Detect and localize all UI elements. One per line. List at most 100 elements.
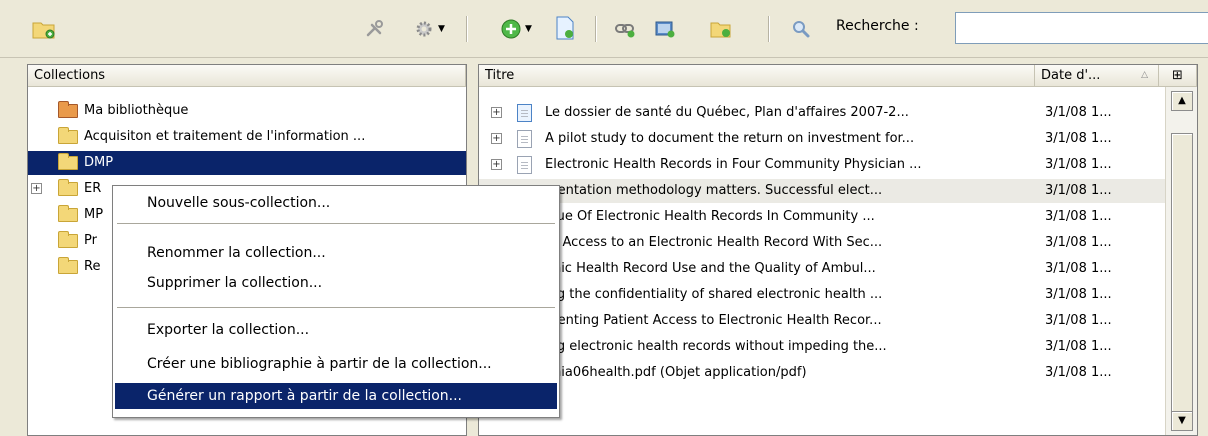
- item-date: 3/1/08 1...: [1045, 313, 1112, 328]
- actions-menu-button[interactable]: ▼: [408, 17, 450, 41]
- item-title: ing the confidentiality of shared electr…: [545, 287, 883, 302]
- toolbar-separator: [595, 16, 596, 42]
- menu-item-new-subcollection[interactable]: Nouvelle sous-collection...: [115, 190, 557, 216]
- item-title: onic Health Record Use and the Quality o…: [545, 261, 876, 276]
- item-date: 3/1/08 1...: [1045, 183, 1112, 198]
- toolbar-separator: [466, 16, 467, 42]
- collection-label: DMP: [84, 155, 114, 170]
- folder-icon: [58, 205, 78, 222]
- collection-context-menu: Nouvelle sous-collection... Renommer la …: [112, 185, 560, 418]
- column-picker[interactable]: ⊞: [1159, 65, 1197, 87]
- link-button[interactable]: [362, 17, 388, 41]
- folder-add-icon: [32, 22, 55, 39]
- item-date: 3/1/08 1...: [1045, 261, 1112, 276]
- item-row[interactable]: nt Access to an Electronic Health Record…: [479, 231, 1165, 255]
- item-title: Electronic Health Records in Four Commun…: [545, 157, 922, 172]
- folder-icon: [58, 179, 78, 196]
- item-title: mentation methodology matters. Successfu…: [545, 183, 883, 198]
- item-date: 3/1/08 1...: [1045, 235, 1112, 250]
- chevron-down-icon: ▼: [525, 24, 532, 34]
- collection-library[interactable]: Ma bibliothèque: [28, 99, 466, 123]
- item-date: 3/1/08 1...: [1045, 287, 1112, 302]
- toolbar: ▼ ▼ Recherche:: [0, 0, 1208, 58]
- item-date: 3/1/08 1...: [1045, 157, 1112, 172]
- folder-icon: [58, 257, 78, 274]
- arrow-down-icon: ▼: [1178, 415, 1186, 426]
- search-input[interactable]: [955, 12, 1208, 44]
- item-date: 3/1/08 1...: [1045, 105, 1112, 120]
- item-title: Le dossier de santé du Québec, Plan d'af…: [545, 105, 909, 120]
- expand-icon[interactable]: +: [491, 159, 502, 170]
- collection-label: Ma bibliothèque: [84, 103, 189, 118]
- item-title: A pilot study to document the return on …: [545, 131, 915, 146]
- new-item-button[interactable]: ▼: [495, 16, 537, 42]
- item-date: 3/1/08 1...: [1045, 131, 1112, 146]
- arrow-up-icon: ▲: [1178, 95, 1186, 106]
- title-column-header[interactable]: Titre: [479, 65, 1035, 87]
- green-plus-icon: [501, 19, 521, 39]
- item-row[interactable]: + A pilot study to document the return o…: [479, 127, 1165, 151]
- search-label: Recherche :: [836, 18, 919, 34]
- item-row[interactable]: mentation methodology matters. Successfu…: [479, 179, 1165, 203]
- attach-link-button[interactable]: [612, 16, 638, 42]
- menu-item-bibliography[interactable]: Créer une bibliographie à partir de la c…: [115, 351, 557, 377]
- scroll-down-button[interactable]: ▼: [1171, 411, 1193, 431]
- menu-item-export[interactable]: Exporter la collection...: [115, 317, 557, 343]
- chain-link-icon: [615, 24, 635, 38]
- collections-header[interactable]: Collections: [28, 65, 466, 87]
- attach-file-button[interactable]: [708, 16, 734, 42]
- menu-item-rename[interactable]: Renommer la collection...: [115, 240, 557, 266]
- item-title: ing electronic health records without im…: [545, 339, 887, 354]
- date-header-label: Date d'...: [1041, 68, 1101, 83]
- folder-icon: [58, 127, 78, 144]
- gear-icon: [416, 21, 432, 37]
- collection-label: Pr: [84, 233, 97, 248]
- collection-label: ER: [84, 181, 102, 196]
- item-row[interactable]: jmia06health.pdf (Objet application/pdf)…: [479, 361, 1165, 385]
- item-date: 3/1/08 1...: [1045, 365, 1112, 380]
- library-icon: [58, 101, 78, 118]
- item-title: jmia06health.pdf (Objet application/pdf): [545, 365, 807, 380]
- item-row[interactable]: menting Patient Access to Electronic Hea…: [479, 309, 1165, 333]
- item-row[interactable]: onic Health Record Use and the Quality o…: [479, 257, 1165, 281]
- menu-item-report[interactable]: Générer un rapport à partir de la collec…: [115, 383, 557, 409]
- expand-icon[interactable]: +: [491, 107, 502, 118]
- item-title: menting Patient Access to Electronic Hea…: [545, 313, 882, 328]
- menu-separator: [117, 223, 555, 224]
- item-title: nt Access to an Electronic Health Record…: [545, 235, 883, 250]
- items-scrollbar[interactable]: ▲ ▼: [1165, 87, 1197, 435]
- scroll-up-button[interactable]: ▲: [1171, 91, 1193, 111]
- document-icon: [517, 104, 532, 122]
- document-icon: [517, 156, 532, 174]
- folder-icon: [58, 231, 78, 248]
- collection-item-selected[interactable]: DMP: [28, 151, 466, 175]
- chevron-down-icon: ▼: [438, 24, 445, 34]
- snapshot-icon: [655, 21, 675, 38]
- folder-icon: [58, 153, 78, 170]
- date-column-header[interactable]: Date d'... △: [1035, 65, 1159, 87]
- new-collection-button[interactable]: [30, 17, 58, 41]
- attach-snapshot-button[interactable]: [652, 16, 678, 42]
- document-icon: [517, 130, 532, 148]
- item-title: alue Of Electronic Health Records In Com…: [545, 209, 875, 224]
- item-row[interactable]: + Le dossier de santé du Québec, Plan d'…: [479, 101, 1165, 125]
- scroll-thumb[interactable]: [1171, 133, 1193, 423]
- item-row[interactable]: ing the confidentiality of shared electr…: [479, 283, 1165, 307]
- collection-item[interactable]: Acquisiton et traitement de l'informatio…: [28, 125, 466, 149]
- new-note-button[interactable]: [552, 14, 578, 42]
- search-icon: [793, 21, 810, 38]
- sort-up-icon: △: [1141, 70, 1148, 80]
- toolbar-separator: [768, 16, 769, 42]
- item-row[interactable]: alue Of Electronic Health Records In Com…: [479, 205, 1165, 229]
- menu-separator: [117, 307, 555, 308]
- item-date: 3/1/08 1...: [1045, 209, 1112, 224]
- item-row[interactable]: ing electronic health records without im…: [479, 335, 1165, 359]
- collection-label: Acquisiton et traitement de l'informatio…: [84, 129, 366, 144]
- item-row[interactable]: + Electronic Health Records in Four Comm…: [479, 153, 1165, 177]
- menu-item-delete[interactable]: Supprimer la collection...: [115, 270, 557, 296]
- search-button[interactable]: [788, 16, 814, 42]
- expand-icon[interactable]: +: [491, 133, 502, 144]
- link-icon: [366, 20, 383, 37]
- expand-icon[interactable]: +: [31, 183, 42, 194]
- column-picker-icon: ⊞: [1172, 68, 1183, 83]
